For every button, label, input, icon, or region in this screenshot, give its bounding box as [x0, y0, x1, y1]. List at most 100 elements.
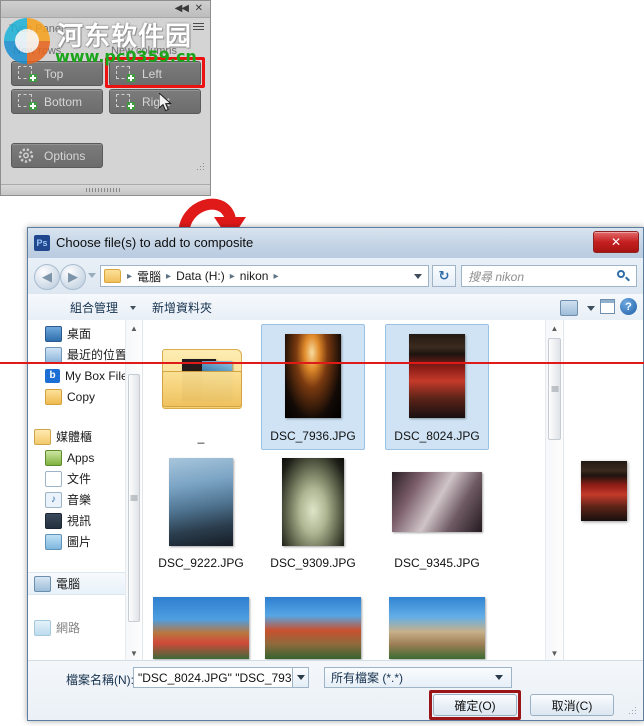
sidebar-item-label: 圖片: [67, 535, 92, 549]
scroll-down-icon[interactable]: ▼: [126, 645, 142, 661]
dialog-close-button[interactable]: ✕: [593, 231, 639, 253]
choose-files-dialog: Ps Choose file(s) to add to composite ✕ …: [27, 227, 644, 721]
apps-icon: [45, 449, 62, 466]
navigation-sidebar: 桌面 最近的位置 b My Box File Copy 媒體櫃 Apps 文件 …: [28, 320, 143, 661]
file-item[interactable]: _: [149, 324, 253, 450]
file-item[interactable]: DSC_9222.JPG: [149, 450, 253, 576]
breadcrumb-separator: ▸: [127, 270, 133, 282]
organize-chevron-down-icon[interactable]: [130, 306, 136, 310]
file-thumbnail: [262, 325, 364, 427]
sidebar-item-label: My Box File: [65, 368, 128, 383]
breadcrumb-separator: ▸: [229, 270, 235, 282]
address-breadcrumb-bar[interactable]: ▸ 電腦 ▸ Data (H:) ▸ nikon ▸: [100, 265, 429, 287]
search-input[interactable]: 搜尋 nikon: [461, 265, 637, 287]
file-item[interactable]: DSC_9585.JPG: [261, 576, 365, 661]
documents-icon: [45, 470, 62, 487]
close-icon[interactable]: ✕: [195, 3, 203, 14]
scroll-up-icon[interactable]: ▲: [546, 320, 563, 336]
dialog-content: 桌面 最近的位置 b My Box File Copy 媒體櫃 Apps 文件 …: [28, 320, 643, 661]
file-item[interactable]: DSC_9600.JPG: [385, 576, 489, 661]
breadcrumb-item-nikon[interactable]: nikon: [239, 269, 270, 283]
row-top-icon: [18, 66, 38, 82]
options-label: Options: [44, 148, 86, 163]
scroll-down-icon[interactable]: ▼: [546, 645, 563, 661]
desktop-icon: [45, 325, 62, 342]
video-icon: [45, 512, 62, 529]
search-placeholder: 搜尋 nikon: [468, 269, 525, 284]
filename-label: 檔案名稱(N):: [66, 673, 134, 687]
panel-drag-grip[interactable]: [85, 188, 126, 192]
gear-icon: [18, 148, 38, 163]
dialog-title: Choose file(s) to add to composite: [56, 235, 254, 250]
sidebar-item-label: 視訊: [67, 514, 92, 528]
photoshop-app-icon: Ps: [34, 235, 50, 251]
scroll-up-icon[interactable]: ▲: [126, 320, 142, 336]
address-chevron-down-icon[interactable]: [414, 274, 422, 279]
forward-button[interactable]: ▶: [60, 264, 86, 290]
breadcrumb-item-computer[interactable]: 電腦: [136, 268, 162, 285]
sidebar-scrollbar[interactable]: ▲ ▼: [125, 320, 142, 661]
file-name: DSC_9309.JPG: [270, 556, 356, 570]
file-thumbnail: [261, 450, 365, 554]
sidebar-item-label: 桌面: [67, 327, 92, 341]
horizontal-guide-line: [0, 362, 644, 364]
collapse-icon[interactable]: ◀◀: [175, 3, 189, 14]
options-button[interactable]: Options: [11, 143, 103, 168]
filename-input[interactable]: "DSC_8024.JPG" "DSC_7936.J: [133, 667, 293, 688]
sidebar-item-label: 電腦: [56, 577, 81, 591]
dialog-footer: 檔案名稱(N): "DSC_8024.JPG" "DSC_7936.J 所有檔案…: [28, 660, 643, 720]
view-chevron-down-icon[interactable]: [587, 306, 595, 311]
library-icon: [34, 428, 51, 445]
file-item[interactable]: DSC_9345.JPG: [385, 450, 489, 576]
breadcrumb-item-drive[interactable]: Data (H:): [175, 269, 226, 283]
file-item[interactable]: DSC_8024.JPG: [385, 324, 489, 450]
file-thumbnail: [385, 576, 489, 661]
folder-icon: [104, 269, 121, 283]
ok-button-highlight: [429, 690, 521, 720]
recent-locations-chevron-down-icon[interactable]: [88, 273, 96, 278]
file-item[interactable]: DSC_7936.JPG: [261, 324, 365, 450]
file-thumbnail: [261, 576, 365, 661]
preview-pane: [563, 320, 643, 661]
file-name: DSC_8024.JPG: [394, 429, 480, 443]
breadcrumb-separator: ▸: [273, 270, 279, 282]
file-thumbnail: [386, 325, 488, 427]
refresh-button[interactable]: ↻: [432, 265, 456, 287]
sidebar-item-label: 最近的位置: [67, 348, 128, 362]
panel-title: Tych Panel: [9, 23, 64, 35]
add-row-top-button[interactable]: Top: [11, 61, 103, 86]
preview-pane-icon[interactable]: [600, 299, 615, 314]
box-icon: b: [45, 368, 60, 383]
panel-resize-grip[interactable]: [197, 163, 206, 172]
new-columns-label: New columns: [111, 45, 178, 57]
back-button[interactable]: ◀: [34, 264, 60, 290]
dialog-resize-grip[interactable]: [629, 707, 638, 716]
new-rows-label: New rows: [13, 45, 62, 57]
tych-panel-body: Tych Panel New rows New columns Top Bott…: [1, 17, 210, 185]
sidebar-item-label: Apps: [67, 450, 95, 465]
network-icon: [34, 619, 51, 636]
file-item[interactable]: DSC_9309.JPG: [261, 450, 365, 576]
sidebar-item-label: 文件: [67, 472, 92, 486]
file-thumbnail: [149, 450, 253, 554]
help-icon[interactable]: ?: [620, 298, 637, 315]
file-item[interactable]: DSC_9577.JPG: [149, 576, 253, 661]
filename-chevron-down-icon[interactable]: [293, 667, 309, 688]
file-grid: _ DSC_7936.JPG DSC_8024.JPG DSC_9222.JPG…: [143, 320, 563, 661]
tych-panel-window: ◀◀ ✕ Tych Panel New rows New columns Top…: [0, 0, 211, 196]
file-type-filter-select[interactable]: 所有檔案 (*.*): [324, 667, 512, 688]
organize-menu-button[interactable]: 組合管理: [70, 299, 118, 316]
add-row-bottom-button[interactable]: Bottom: [11, 89, 103, 114]
search-icon: [616, 269, 630, 283]
sidebar-scroll-thumb[interactable]: [128, 374, 140, 622]
panel-menu-icon[interactable]: [193, 23, 204, 32]
file-grid-scrollbar[interactable]: ▲ ▼: [545, 320, 563, 661]
cancel-button[interactable]: 取消(C): [530, 694, 614, 716]
folder-thumbnail: [149, 324, 253, 428]
file-grid-scroll-thumb[interactable]: [548, 338, 561, 440]
view-layout-icon[interactable]: [560, 300, 578, 316]
add-column-right-button[interactable]: Right: [109, 89, 201, 114]
breadcrumb-separator: ▸: [166, 270, 172, 282]
new-folder-button[interactable]: 新增資料夾: [152, 299, 212, 316]
left-button-highlight: [105, 57, 205, 88]
